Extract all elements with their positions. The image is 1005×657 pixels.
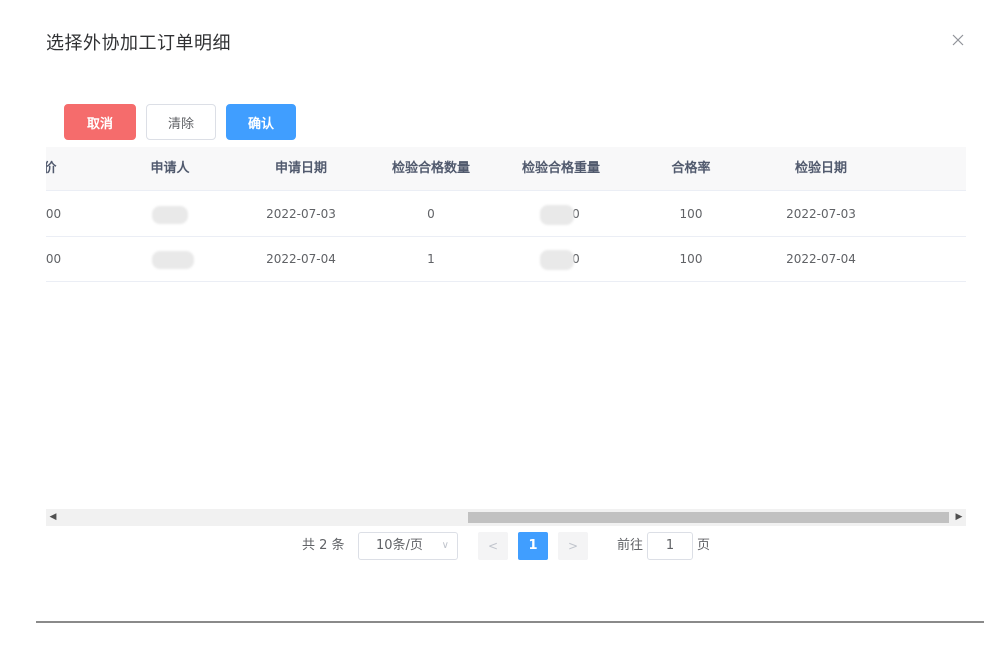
cell-pass-rate: 100: [679, 252, 703, 266]
redacted-weight: [540, 250, 574, 270]
column-header-pass-qty: 检验合格数量: [391, 161, 470, 176]
horizontal-scrollbar[interactable]: ◀ ▶: [46, 509, 966, 526]
cell-pass-qty: 1: [427, 252, 435, 266]
divider: [36, 621, 984, 623]
pagination-total: 共 2 条: [302, 538, 345, 553]
column-header-inspect-date: 检验日期: [794, 161, 847, 176]
clear-button[interactable]: 清除: [146, 104, 216, 140]
pagination: 共 2 条 10条/页 ∨ < 1 > 前往 1 页: [0, 532, 1005, 560]
dialog-title: 选择外协加工订单明细: [46, 33, 231, 54]
column-header-price: 价: [46, 161, 57, 176]
goto-suffix: 页: [697, 538, 711, 553]
redacted-weight: [540, 205, 574, 225]
cell-inspect-date: 2022-07-03: [786, 207, 856, 221]
chevron-down-icon: ∨: [441, 540, 449, 551]
cell-apply-date: 2022-07-04: [266, 252, 336, 266]
goto-label: 前往: [617, 538, 644, 553]
cell-pass-rate: 100: [679, 207, 703, 221]
scroll-left-arrow-icon[interactable]: ◀: [46, 509, 60, 526]
confirm-button[interactable]: 确认: [226, 104, 296, 140]
cancel-button[interactable]: 取消: [64, 104, 136, 140]
order-detail-table: 价 申请人 申请日期 检验合格数量 检验合格重量 合格率 检验日期 .00 20…: [46, 147, 966, 527]
scrollbar-thumb[interactable]: [468, 512, 949, 523]
column-header-apply-date: 申请日期: [274, 161, 327, 176]
cell-pass-qty: 0: [427, 207, 435, 221]
page-size-value: 10条/页: [376, 538, 423, 553]
chevron-left-icon[interactable]: <: [478, 532, 508, 560]
scroll-right-arrow-icon[interactable]: ▶: [952, 509, 966, 526]
cell-price: .00: [46, 252, 62, 266]
toolbar: 取消 清除 确认: [64, 104, 296, 140]
page-number-active[interactable]: 1: [518, 532, 548, 560]
close-icon[interactable]: [948, 30, 968, 50]
table-header: 价 申请人 申请日期 检验合格数量 检验合格重量 合格率 检验日期: [46, 147, 966, 191]
column-header-pass-weight: 检验合格重量: [521, 161, 600, 176]
table-row[interactable]: .00 2022-07-03 0 0 100 2022-07-03: [46, 192, 966, 237]
cell-price: .00: [46, 207, 62, 221]
goto-page-input[interactable]: 1: [647, 532, 693, 560]
table-row[interactable]: .00 2022-07-04 1 0 100 2022-07-04: [46, 237, 966, 282]
page-size-select[interactable]: 10条/页 ∨: [358, 532, 458, 560]
column-header-applicant: 申请人: [150, 161, 190, 176]
column-header-pass-rate: 合格率: [671, 161, 711, 176]
dialog: 选择外协加工订单明细 取消 清除 确认 价 申请人 申请日期 检验合格数量 检验…: [0, 0, 1005, 657]
cell-inspect-date: 2022-07-04: [786, 252, 856, 266]
cell-apply-date: 2022-07-03: [266, 207, 336, 221]
redacted-applicant: [152, 251, 194, 269]
chevron-right-icon[interactable]: >: [558, 532, 588, 560]
redacted-applicant: [152, 206, 188, 224]
